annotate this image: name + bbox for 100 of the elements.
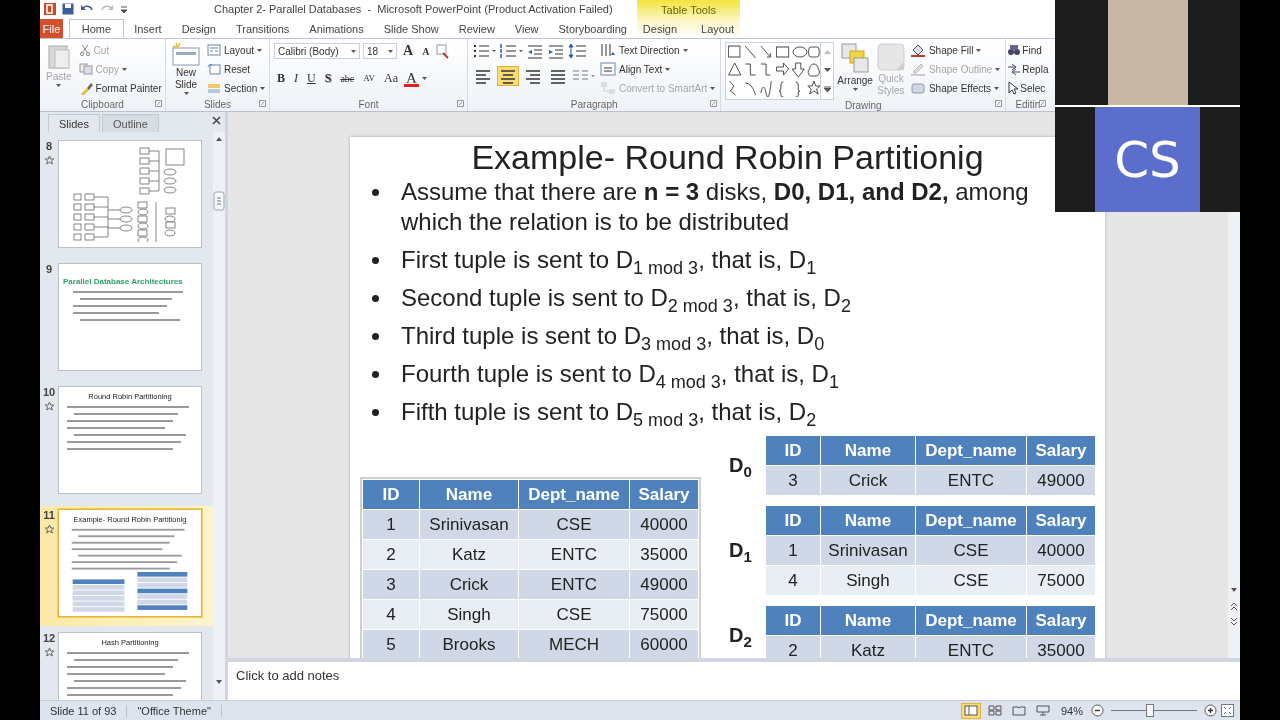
view-icon (963, 705, 978, 716)
ribbon-tab[interactable]: Design (171, 19, 226, 38)
panel-tab[interactable]: Outline (101, 114, 159, 132)
ribbon-tab[interactable]: Transitions (225, 19, 300, 38)
copy-icon (78, 63, 93, 75)
notes-placeholder[interactable]: Click to add notes (236, 668, 340, 683)
text-direction-button[interactable]: Text Direction (599, 42, 717, 58)
column-header: Dept_name (915, 505, 1027, 536)
ribbon-tab[interactable]: Slide Show (373, 19, 449, 38)
caret-icon (710, 86, 716, 90)
group-label: Clipboard (81, 98, 124, 110)
replace-button[interactable]: Repla (1007, 61, 1049, 77)
align-text-button[interactable]: Align Text (599, 61, 717, 77)
ribbon-tab[interactable]: Layout (689, 19, 747, 38)
binoculars-icon (1007, 44, 1022, 56)
dialog-launcher-icon (155, 100, 162, 107)
paint-bucket-icon (909, 43, 926, 57)
bullet-icon (372, 333, 379, 340)
column-header: Dept_name (915, 605, 1027, 636)
table-cell: ENTC (518, 539, 630, 570)
zoom-slider-thumb[interactable] (1145, 704, 1154, 717)
table-cell: Crick (820, 465, 916, 496)
font-name-field[interactable]: Calibri (Body) (274, 43, 360, 59)
arrange-icon (840, 42, 871, 74)
reset-button[interactable]: Reset (206, 61, 267, 77)
close-icon (212, 116, 221, 125)
table-cell: 60000 (629, 629, 699, 658)
ribbon-tab[interactable]: Insert (124, 19, 172, 38)
align-icon (549, 67, 567, 85)
scroll-up-icon[interactable] (216, 137, 222, 141)
column-header: ID (765, 435, 821, 466)
dialog-launcher-icon (995, 100, 1003, 107)
scroll-down-icon[interactable] (216, 680, 222, 684)
ribbon-tab[interactable]: File (40, 19, 63, 38)
font-format-button[interactable]: I (291, 69, 301, 87)
window-title: Chapter 2- Parallel Databases - Microsoft PowerPoint (Product Activation Failed) (214, 3, 613, 15)
section-button[interactable]: Section (206, 80, 267, 96)
table-cell: 40000 (629, 509, 699, 540)
font-format-button[interactable]: B (274, 69, 288, 87)
column-header: Name (419, 479, 519, 510)
bullet-text: Fifth tuple is sent to D$_{5 mod 3}$, that is, D$_{2}$ (401, 397, 817, 427)
layout-button[interactable]: Layout (206, 42, 267, 58)
clipboard-icon (46, 42, 71, 70)
reset-icon (207, 63, 221, 75)
shape-fill-button[interactable]: Shape Fill (908, 42, 1002, 58)
shrink-font-button[interactable]: A (419, 42, 433, 60)
view-button[interactable] (960, 702, 981, 719)
pencil-icon (909, 62, 926, 76)
find-button[interactable]: Find (1007, 42, 1049, 58)
arrange-button[interactable]: Arrange (837, 42, 873, 100)
zoom-percent[interactable]: 94% (1060, 704, 1083, 717)
dialog-launcher-icon (710, 100, 718, 107)
ribbon-tab[interactable]: Home (68, 19, 125, 38)
slide-number: 8 (45, 140, 53, 152)
column-header: Salary (1026, 605, 1096, 636)
align-text-icon (600, 62, 616, 76)
align-icon (499, 67, 517, 85)
table-cell: Brooks (419, 629, 519, 658)
zoom-in-icon (1204, 704, 1217, 717)
align-button[interactable] (497, 66, 519, 86)
font-format-button[interactable]: AV (360, 69, 379, 87)
scroll-down-icon[interactable] (1231, 588, 1237, 592)
slide-number: 11 (43, 509, 55, 521)
column-header: Dept_name (915, 435, 1027, 466)
caret-icon (257, 48, 263, 52)
contextual-tab-label: Table Tools (660, 3, 717, 18)
group-label: Font (358, 98, 379, 110)
font-format-button[interactable]: abc (337, 69, 358, 87)
scrollbar[interactable] (1228, 212, 1240, 658)
ribbon-tab[interactable]: View (504, 19, 549, 38)
section-icon (207, 82, 221, 94)
font-size-field[interactable]: 18 (363, 43, 397, 59)
table-cell: 4 (765, 565, 821, 596)
panel-tab[interactable]: Slides (48, 114, 100, 132)
caret-icon (56, 84, 62, 87)
slide-counter: Slide 11 of 93 (40, 704, 128, 717)
slide-title: Example- Round Robin Partitionig (470, 137, 985, 177)
relation-table-frame[interactable]: ID Name Dept_name Salary 1 Srinivasan CSE 40000 2 Katz ENTC 35000 3 Crick ENTC 49000 4 Singh CSE 75000 5 Brooks MECH 60000 (360, 477, 701, 658)
caret-icon (351, 49, 356, 53)
align-icon (474, 67, 492, 85)
ribbon-tab[interactable]: Animations (299, 19, 374, 38)
select-button[interactable]: Selec (1007, 80, 1049, 96)
scroll-thumb[interactable] (213, 191, 225, 211)
shape-effects-button[interactable]: Shape Effects (908, 80, 1002, 96)
font-format-button[interactable]: U (304, 69, 319, 87)
font-format-button[interactable]: Aa (381, 69, 402, 87)
shapes-gallery[interactable] (726, 43, 821, 97)
grow-font-button[interactable]: A (400, 42, 417, 60)
next-slide-icon[interactable] (1230, 617, 1238, 626)
font-format-button[interactable]: S (321, 69, 335, 87)
theme-name: "Office Theme" (127, 704, 222, 717)
scrollbar[interactable] (213, 132, 225, 700)
ribbon-tab[interactable]: Review (448, 19, 505, 38)
font-color-button[interactable]: A (404, 69, 419, 87)
format-painter-button[interactable]: Format Painter (77, 80, 163, 96)
column-header: Name (820, 605, 916, 636)
new-slide-button[interactable]: New Slide (170, 42, 202, 97)
previous-slide-icon[interactable] (1230, 602, 1238, 611)
table-cell: 49000 (1026, 465, 1096, 496)
column-header: Dept_name (518, 479, 630, 510)
